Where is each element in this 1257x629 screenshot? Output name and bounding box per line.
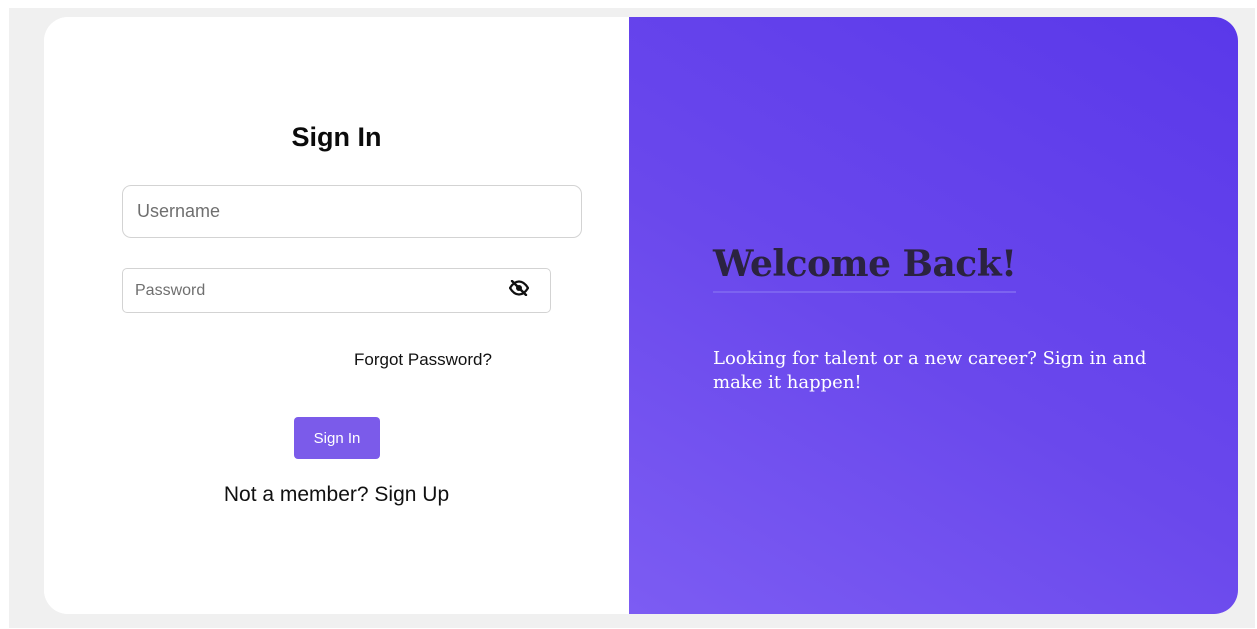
signup-prompt-line: Not a member? Sign Up (44, 483, 629, 507)
signin-button[interactable]: Sign In (294, 417, 380, 459)
welcome-heading: Welcome Back! (713, 243, 1017, 293)
forgot-password-link[interactable]: Forgot Password? (354, 350, 492, 370)
auth-card: Sign In Forgot Password? Sign In Not a m… (44, 17, 1238, 614)
username-input[interactable] (122, 185, 582, 238)
welcome-tagline: Looking for talent or a new career? Sign… (713, 348, 1147, 393)
password-input[interactable] (122, 268, 551, 313)
signin-panel: Sign In Forgot Password? Sign In Not a m… (44, 17, 629, 614)
signup-link[interactable]: Sign Up (374, 483, 449, 506)
welcome-panel: Welcome Back! Looking for talent or a ne… (629, 17, 1238, 614)
eye-slash-icon[interactable] (508, 278, 530, 298)
signin-title: Sign In (291, 122, 382, 152)
signup-prompt-text: Not a member? (223, 483, 369, 506)
